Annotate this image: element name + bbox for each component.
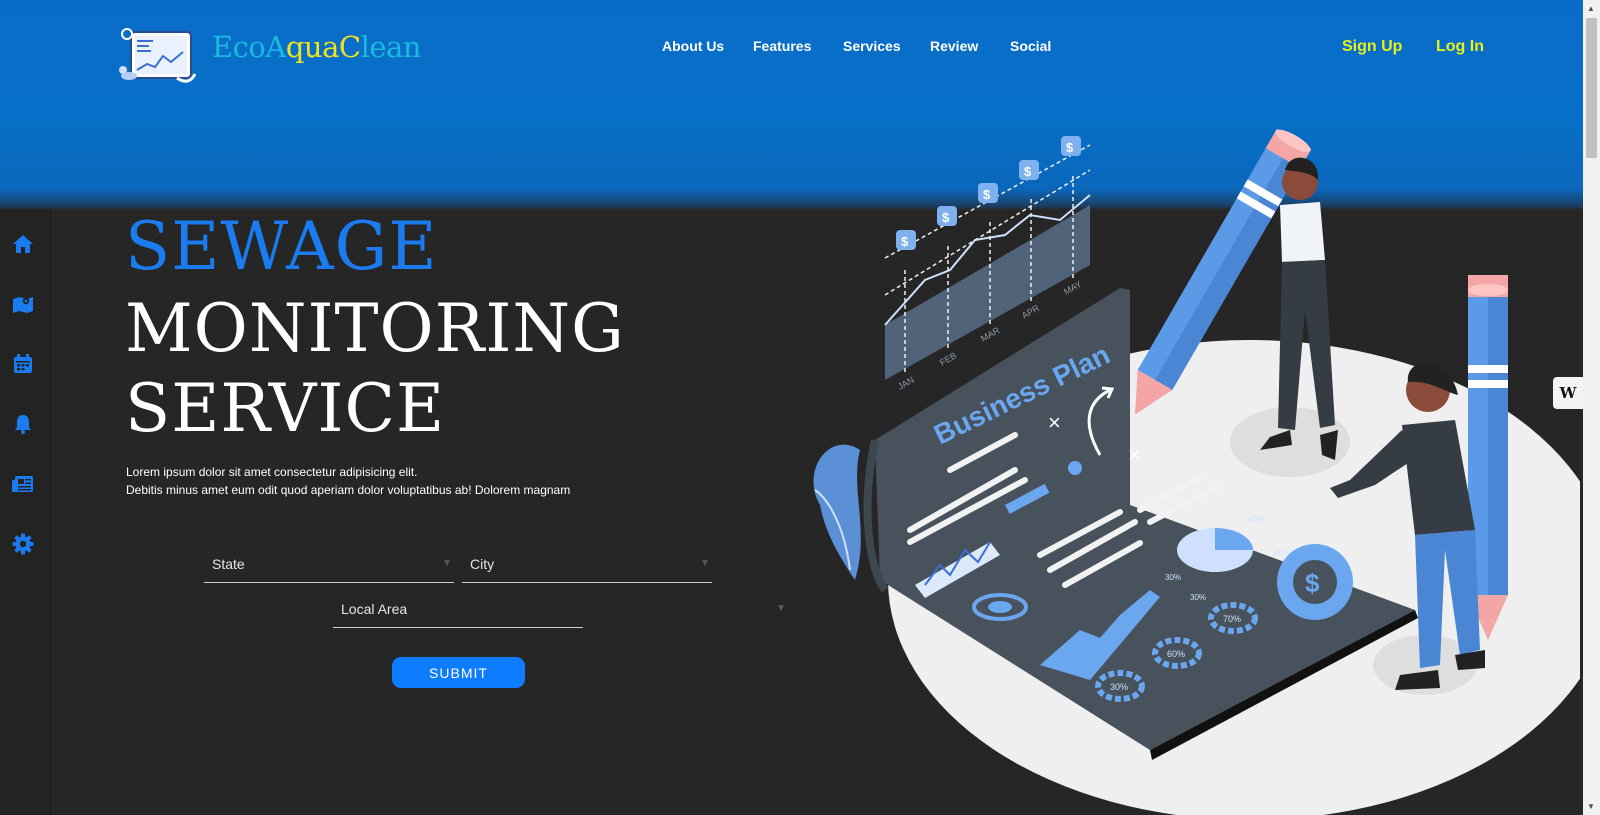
state-select[interactable]: State ▼ [204,546,454,583]
pie-label: 10% [1274,548,1290,557]
chevron-down-icon: ▼ [776,603,786,614]
brand-part-1: EcoA [212,30,286,64]
dashboard-logo-icon[interactable] [117,26,203,88]
scroll-down-icon[interactable]: ▼ [1587,802,1595,811]
signup-link[interactable]: Sign Up [1342,38,1402,56]
brand-name[interactable]: EcoAquaClean [212,30,421,64]
scrollbar[interactable]: ▲ ▼ [1583,0,1600,815]
submit-button[interactable]: SUBMIT [392,657,525,688]
hero-title-line-3: SERVICE [125,370,446,447]
chevron-down-icon: ▼ [442,558,452,569]
nav-about-us[interactable]: About Us [662,38,724,54]
scrollbar-thumb[interactable] [1586,18,1597,158]
month-label: MAR [979,325,1002,344]
month-label: APR [1020,303,1041,321]
business-plan-illustration: Business Plan 30% 60% 70% 30% 30% 40% 10… [813,129,1580,815]
svg-text:×: × [1048,410,1061,435]
svg-text:$: $ [1024,164,1032,179]
gear-icon[interactable] [11,532,35,556]
brand-part-2: quaC [285,30,361,64]
sidebar [0,210,51,815]
local-area-select-value: Local Area [341,601,408,617]
calendar-icon[interactable] [11,352,35,376]
news-icon[interactable] [11,472,35,496]
login-link[interactable]: Log In [1436,38,1484,56]
gauge-label: 30% [1110,682,1128,692]
hero-title-line-2: MONITORING [125,290,625,367]
svg-text:$: $ [1066,140,1074,155]
month-label: JAN [896,375,916,392]
svg-text:$: $ [901,234,909,249]
nav-social[interactable]: Social [1010,38,1051,54]
hero-description-1: Lorem ipsum dolor sit amet consectetur a… [126,465,418,479]
brand-part-3: lean [360,30,422,64]
pie-label: 40% [1248,515,1264,524]
gauge-label: 70% [1223,614,1241,624]
hero-title-line-1: SEWAGE [125,208,438,285]
svg-text:$: $ [942,210,950,225]
widget-tab[interactable]: W [1553,377,1583,409]
home-icon[interactable] [11,232,35,256]
bell-icon[interactable] [11,412,35,436]
city-select-value: City [470,556,495,572]
state-select-value: State [212,556,245,572]
nav-review[interactable]: Review [930,38,978,54]
city-select[interactable]: City ▼ [462,546,712,583]
plant-leaf [813,444,861,580]
month-label: MAY [1062,279,1083,297]
map-icon[interactable] [11,292,35,316]
svg-text:$: $ [983,187,991,202]
pie-label: 30% [1165,573,1181,582]
svg-text:×: × [1128,442,1141,467]
local-area-select[interactable]: Local Area [333,591,583,628]
nav-features[interactable]: Features [753,38,811,54]
chevron-down-icon: ▼ [700,558,710,569]
pie-label: 30% [1190,593,1206,602]
gauge-label: 60% [1167,649,1185,659]
month-label: FEB [938,350,958,367]
hero-description-2: Debitis minus amet eum odit quod aperiam… [126,483,571,497]
svg-text:$: $ [1305,568,1320,598]
nav-services[interactable]: Services [843,38,901,54]
scroll-up-icon[interactable]: ▲ [1587,4,1595,13]
